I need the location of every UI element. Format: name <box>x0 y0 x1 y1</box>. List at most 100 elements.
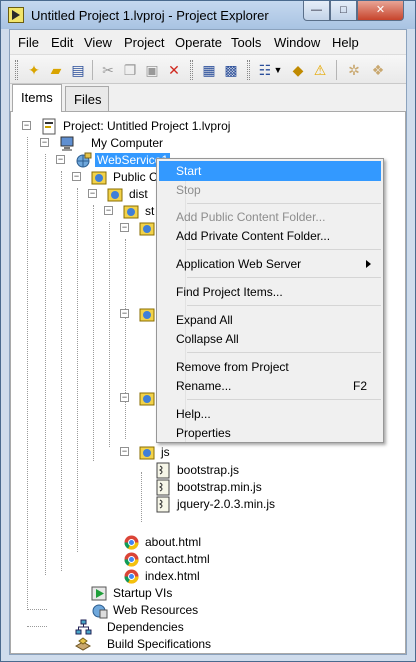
expand-collapse-toggle[interactable]: − <box>120 223 129 232</box>
expand-collapse-toggle[interactable]: − <box>40 138 49 147</box>
tree-label: Project: Untitled Project 1.lvproj <box>63 119 231 133</box>
labview-app-icon <box>8 7 24 23</box>
menu-item-help[interactable]: Help... <box>159 404 381 424</box>
toolbar-grip[interactable] <box>15 60 18 80</box>
menu-item-label: Application Web Server <box>176 257 302 271</box>
menu-item-find-project-items[interactable]: Find Project Items... <box>159 282 381 302</box>
menu-item-add-private-content-folder[interactable]: Add Private Content Folder... <box>159 226 381 246</box>
tree-connector <box>27 626 47 627</box>
minimize-button[interactable]: — <box>303 1 330 21</box>
cut-icon[interactable]: ✂ <box>98 60 118 80</box>
menu-item-collapse-all[interactable]: Collapse All <box>159 329 381 349</box>
folder-icon <box>139 392 155 406</box>
menu-separator <box>187 305 381 306</box>
menu-item-label: Rename... <box>176 379 232 393</box>
tree-label: st <box>145 204 155 218</box>
menu-edit[interactable]: Edit <box>51 35 73 50</box>
webservice-globe-icon <box>76 152 92 168</box>
tree-label: Dependencies <box>107 620 184 634</box>
folder-icon <box>139 308 155 322</box>
folder-icon <box>123 205 139 219</box>
project-explorer-window: Untitled Project 1.lvproj - Project Expl… <box>0 0 416 662</box>
tree-connector <box>93 205 94 461</box>
menu-item-stop[interactable]: Stop <box>159 180 381 200</box>
expand-collapse-toggle[interactable]: − <box>88 189 97 198</box>
dependencies-icon <box>75 619 92 635</box>
error-list-icon[interactable]: ◆ <box>288 60 308 80</box>
menu-separator <box>187 352 381 353</box>
dropdown-icon[interactable]: ▼ <box>273 60 283 80</box>
tree-connector <box>109 222 110 447</box>
folder-icon <box>107 188 123 202</box>
menu-item-properties[interactable]: Properties <box>159 423 381 443</box>
tree-label: index.html <box>145 569 200 583</box>
menu-project[interactable]: Project <box>124 35 164 50</box>
warning-icon[interactable]: ⚠ <box>310 60 330 80</box>
expand-collapse-toggle[interactable]: − <box>120 309 129 318</box>
close-button[interactable]: ✕ <box>357 1 404 21</box>
tree-label: Web Resources <box>113 603 199 617</box>
menu-separator <box>187 203 381 204</box>
project-icon <box>42 118 56 135</box>
properties-icon[interactable]: ❖ <box>368 60 388 80</box>
expand-collapse-toggle[interactable]: − <box>56 155 65 164</box>
tree-label: Public C <box>113 170 158 184</box>
menu-tools[interactable]: Tools <box>231 35 261 50</box>
tree-label: My Computer <box>91 136 164 150</box>
build-icon[interactable]: ▦ <box>199 60 219 80</box>
copy-icon[interactable]: ❐ <box>120 60 140 80</box>
paste-icon[interactable]: ▣ <box>142 60 162 80</box>
menu-help[interactable]: Help <box>332 35 359 50</box>
folder-icon <box>139 222 155 236</box>
delete-icon[interactable]: ✕ <box>164 60 184 80</box>
script-file-icon <box>156 462 170 479</box>
menu-item-expand-all[interactable]: Expand All <box>159 310 381 330</box>
toolbar-grip[interactable] <box>190 60 193 80</box>
toolbar-grip[interactable] <box>247 60 250 80</box>
deploy-icon[interactable]: ▩ <box>221 60 241 80</box>
menu-item-remove-from-project[interactable]: Remove from Project <box>159 357 381 377</box>
shortcut-label: F2 <box>352 379 367 393</box>
menu-operate[interactable]: Operate <box>175 35 222 50</box>
view-options-icon[interactable]: ☷ <box>255 60 275 80</box>
chrome-browser-icon <box>124 569 139 584</box>
tree-label: bootstrap.min.js <box>177 480 262 494</box>
build-specifications-icon <box>75 637 92 651</box>
expand-collapse-toggle[interactable]: − <box>120 447 129 456</box>
save-all-icon[interactable]: ▤ <box>68 60 88 80</box>
menu-separator <box>187 277 381 278</box>
expand-collapse-toggle[interactable]: − <box>104 206 113 215</box>
maximize-button[interactable]: □ <box>330 1 357 21</box>
tree-connector <box>27 137 28 610</box>
script-file-icon <box>156 496 170 513</box>
menu-item-rename[interactable]: Rename... F2 <box>159 376 381 396</box>
toolbar-separator <box>336 60 337 80</box>
title-bar[interactable]: Untitled Project 1.lvproj - Project Expl… <box>1 1 415 29</box>
menu-window[interactable]: Window <box>274 35 320 50</box>
tree-connector <box>141 472 142 522</box>
public-folder-icon <box>91 171 107 185</box>
folder-icon <box>139 446 155 460</box>
script-file-icon <box>156 479 170 496</box>
menu-view[interactable]: View <box>84 35 112 50</box>
tree-label: bootstrap.js <box>177 463 240 477</box>
computer-icon <box>60 136 74 151</box>
menu-item-start[interactable]: Start <box>159 161 381 181</box>
menu-file[interactable]: File <box>18 35 39 50</box>
expand-collapse-toggle[interactable]: − <box>22 121 31 130</box>
tree-label: js <box>161 445 170 459</box>
menu-item-add-public-content-folder[interactable]: Add Public Content Folder... <box>159 207 381 227</box>
tree-label: Build Specifications <box>107 637 212 651</box>
toolbar-separator <box>92 60 93 80</box>
settings-icon[interactable]: ✲ <box>344 60 364 80</box>
menu-item-application-web-server[interactable]: Application Web Server <box>159 254 381 274</box>
new-icon[interactable]: ✦ <box>24 60 44 80</box>
menu-separator <box>187 249 381 250</box>
open-icon[interactable]: ▰ <box>46 60 66 80</box>
expand-collapse-toggle[interactable]: − <box>72 172 81 181</box>
tree-connector <box>125 239 126 439</box>
tab-files[interactable]: Files <box>65 86 109 111</box>
expand-collapse-toggle[interactable]: − <box>120 393 129 402</box>
menu-separator <box>187 399 381 400</box>
tab-items[interactable]: Items <box>12 84 62 112</box>
